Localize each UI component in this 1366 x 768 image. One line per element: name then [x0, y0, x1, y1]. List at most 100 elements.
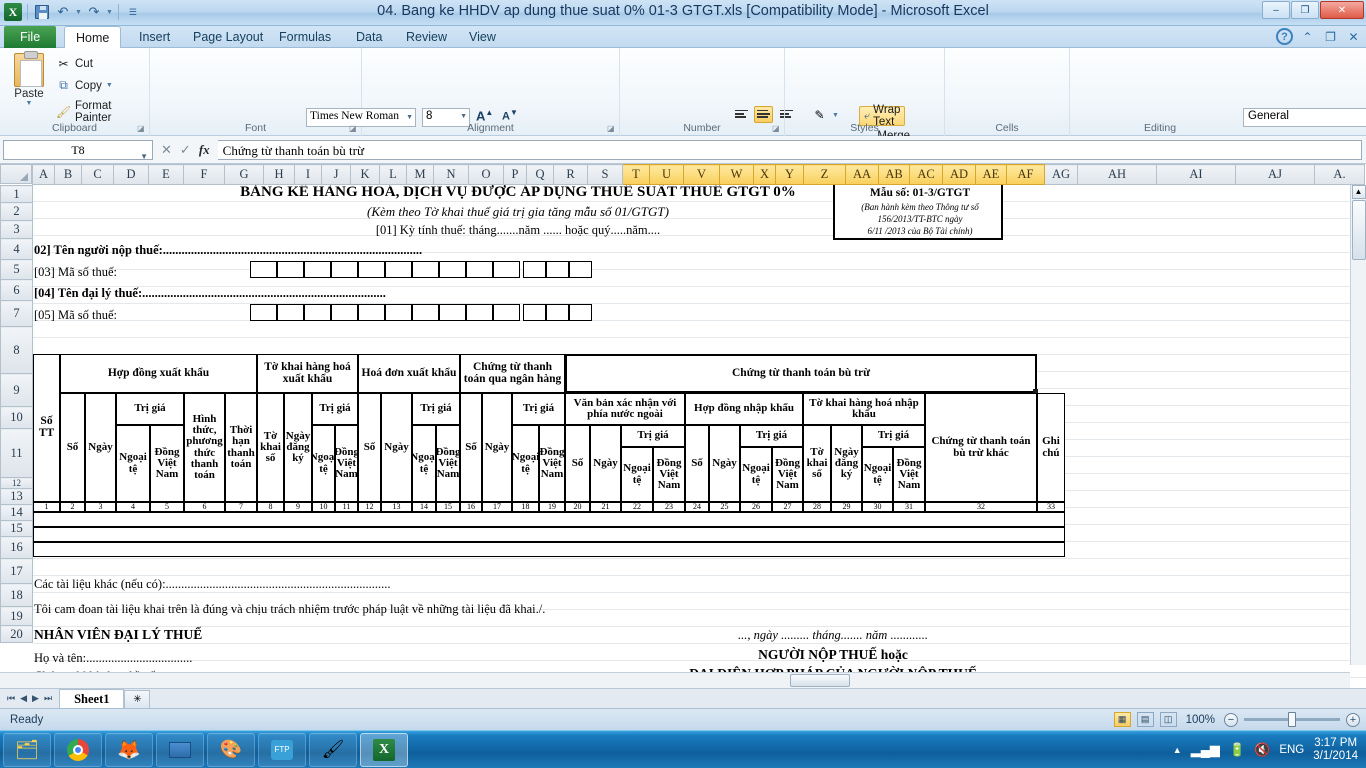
horizontal-scroll-thumb[interactable] — [790, 674, 850, 687]
chrome-icon[interactable] — [54, 732, 102, 767]
ribbon-tabs[interactable]: File Home Insert Page Layout Formulas Da… — [0, 26, 1366, 48]
start-explorer-icon[interactable]: 🗂 — [3, 732, 51, 767]
help-icon[interactable]: ? — [1276, 28, 1293, 45]
col-header-P[interactable]: P — [503, 164, 527, 185]
col-header-AE[interactable]: AE — [975, 164, 1007, 185]
clock[interactable]: 3:17 PM 3/1/2014 — [1313, 737, 1358, 763]
col-header-G[interactable]: G — [224, 164, 264, 185]
col-header-AA[interactable]: AA — [845, 164, 879, 185]
language-indicator[interactable]: ENG — [1279, 744, 1304, 756]
enter-formula-icon[interactable]: ✓ — [180, 142, 191, 158]
minimize-ribbon-icon[interactable]: ⌃ — [1299, 28, 1316, 45]
col-header-Q[interactable]: Q — [526, 164, 554, 185]
row-header-18[interactable]: 18 — [0, 583, 33, 607]
col-header-AG[interactable]: AG — [1044, 164, 1078, 185]
copy-button[interactable]: ⧉ Copy ▼ — [56, 78, 113, 93]
tab-formulas[interactable]: Formulas — [268, 26, 342, 48]
column-headers[interactable]: A B C D E F G H I J K L M N O P Q R S T … — [0, 164, 1366, 185]
col-header-AI[interactable]: AI — [1156, 164, 1236, 185]
last-sheet-icon[interactable]: ⏭ — [44, 693, 52, 704]
paint-icon[interactable]: 🎨 — [207, 732, 255, 767]
tab-page-layout[interactable]: Page Layout — [182, 26, 274, 48]
col-header-O[interactable]: O — [468, 164, 504, 185]
network-icon[interactable]: ▂▄▆ — [1191, 742, 1220, 758]
col-header-T[interactable]: T — [622, 164, 650, 185]
name-box-chevron-icon[interactable]: ▼ — [140, 147, 148, 166]
sheet-tab-bar[interactable]: ⏮ ◀ ▶ ⏭ Sheet1 ✳ — [0, 688, 1366, 708]
col-header-H[interactable]: H — [263, 164, 295, 185]
col-header-AF[interactable]: AF — [1006, 164, 1045, 185]
col-header-A[interactable]: A — [32, 164, 55, 185]
tab-file[interactable]: File — [4, 26, 57, 48]
alignment-dialog-launcher[interactable]: ◪ — [607, 124, 616, 133]
col-header-U[interactable]: U — [649, 164, 684, 185]
row-header-13[interactable]: 13 — [0, 488, 33, 505]
col-header-Y[interactable]: Y — [775, 164, 804, 185]
row-header-11[interactable]: 11 — [0, 428, 33, 478]
close-button[interactable]: ✕ — [1320, 1, 1364, 19]
battery-icon[interactable]: 🔋 — [1229, 742, 1245, 758]
row-header-17[interactable]: 17 — [0, 558, 33, 584]
row-header-3[interactable]: 3 — [0, 220, 33, 239]
zoom-in-button[interactable]: + — [1346, 712, 1360, 727]
horizontal-scrollbar[interactable] — [0, 672, 1350, 688]
new-sheet-icon[interactable]: ✳ — [124, 689, 151, 708]
page-layout-icon[interactable]: ▤ — [1136, 712, 1154, 727]
copy-dropdown-icon[interactable]: ▼ — [106, 82, 113, 89]
volume-muted-icon[interactable]: 🔇 — [1254, 742, 1270, 758]
col-header-X[interactable]: X — [753, 164, 776, 185]
font-dialog-launcher[interactable]: ◪ — [349, 124, 358, 133]
zoom-level[interactable]: 100% — [1186, 714, 1215, 726]
status-right[interactable]: ▦ ▤ ◫ 100% − + — [1113, 712, 1360, 727]
normal-view-icon[interactable]: ▦ — [1113, 712, 1131, 727]
window-controls[interactable]: – ❐ ✕ — [1262, 1, 1364, 19]
select-all-corner[interactable] — [0, 164, 32, 184]
col-header-S[interactable]: S — [587, 164, 623, 185]
format-painter-button[interactable]: 🖌 Format Painter — [56, 100, 149, 124]
col-header-N[interactable]: N — [433, 164, 469, 185]
paste-button[interactable]: Paste ▼ — [8, 51, 50, 107]
close-document-icon[interactable]: ✕ — [1345, 28, 1362, 45]
page-break-icon[interactable]: ◫ — [1159, 712, 1177, 727]
firefox-icon[interactable]: 🦊 — [105, 732, 153, 767]
sheet-tab-sheet1[interactable]: Sheet1 — [59, 689, 125, 708]
row-header-6[interactable]: 6 — [0, 279, 33, 301]
row-header-16[interactable]: 16 — [0, 536, 33, 559]
row-header-4[interactable]: 4 — [0, 238, 33, 260]
row-header-2[interactable]: 2 — [0, 202, 33, 221]
row-headers[interactable]: 1 2 3 4 5 6 7 8 9 10 11 12 13 14 15 16 1… — [0, 185, 33, 643]
row-header-15[interactable]: 15 — [0, 520, 33, 537]
zoom-slider[interactable] — [1244, 712, 1340, 727]
row-header-12[interactable]: 12 — [0, 477, 33, 489]
maximize-button[interactable]: ❐ — [1291, 1, 1319, 19]
zoom-slider-thumb[interactable] — [1288, 712, 1296, 727]
col-header-E[interactable]: E — [148, 164, 184, 185]
tab-review[interactable]: Review — [395, 26, 458, 48]
row-header-1[interactable]: 1 — [0, 185, 33, 203]
col-header-J[interactable]: J — [321, 164, 351, 185]
col-header-AK[interactable]: A. — [1314, 164, 1365, 185]
row-header-19[interactable]: 19 — [0, 606, 33, 626]
scroll-up-arrow[interactable]: ▲ — [1351, 185, 1366, 199]
col-header-AC[interactable]: AC — [909, 164, 943, 185]
tab-view[interactable]: View — [458, 26, 507, 48]
zoom-out-button[interactable]: − — [1224, 712, 1238, 727]
formula-input[interactable]: Chứng từ thanh toán bù trừ — [217, 139, 1362, 160]
tab-insert[interactable]: Insert — [128, 26, 181, 48]
row-header-20[interactable]: 20 — [0, 625, 33, 643]
col-header-AD[interactable]: AD — [942, 164, 976, 185]
clipboard-dialog-launcher[interactable]: ◪ — [137, 124, 146, 133]
cancel-formula-icon[interactable]: ✕ — [161, 142, 172, 158]
col-header-I[interactable]: I — [294, 164, 322, 185]
col-header-K[interactable]: K — [350, 164, 380, 185]
col-header-C[interactable]: C — [81, 164, 114, 185]
restore-window-icon[interactable]: ❐ — [1322, 28, 1339, 45]
col-header-AJ[interactable]: AJ — [1235, 164, 1315, 185]
vertical-scrollbar[interactable]: ▲ — [1350, 185, 1366, 665]
cuteftp-icon[interactable]: FTP — [258, 732, 306, 767]
number-format-select[interactable]: General ▼ — [1243, 108, 1366, 127]
name-box[interactable]: T8 ▼ — [3, 139, 153, 161]
row-header-9[interactable]: 9 — [0, 373, 33, 407]
col-header-V[interactable]: V — [683, 164, 720, 185]
col-header-R[interactable]: R — [553, 164, 588, 185]
